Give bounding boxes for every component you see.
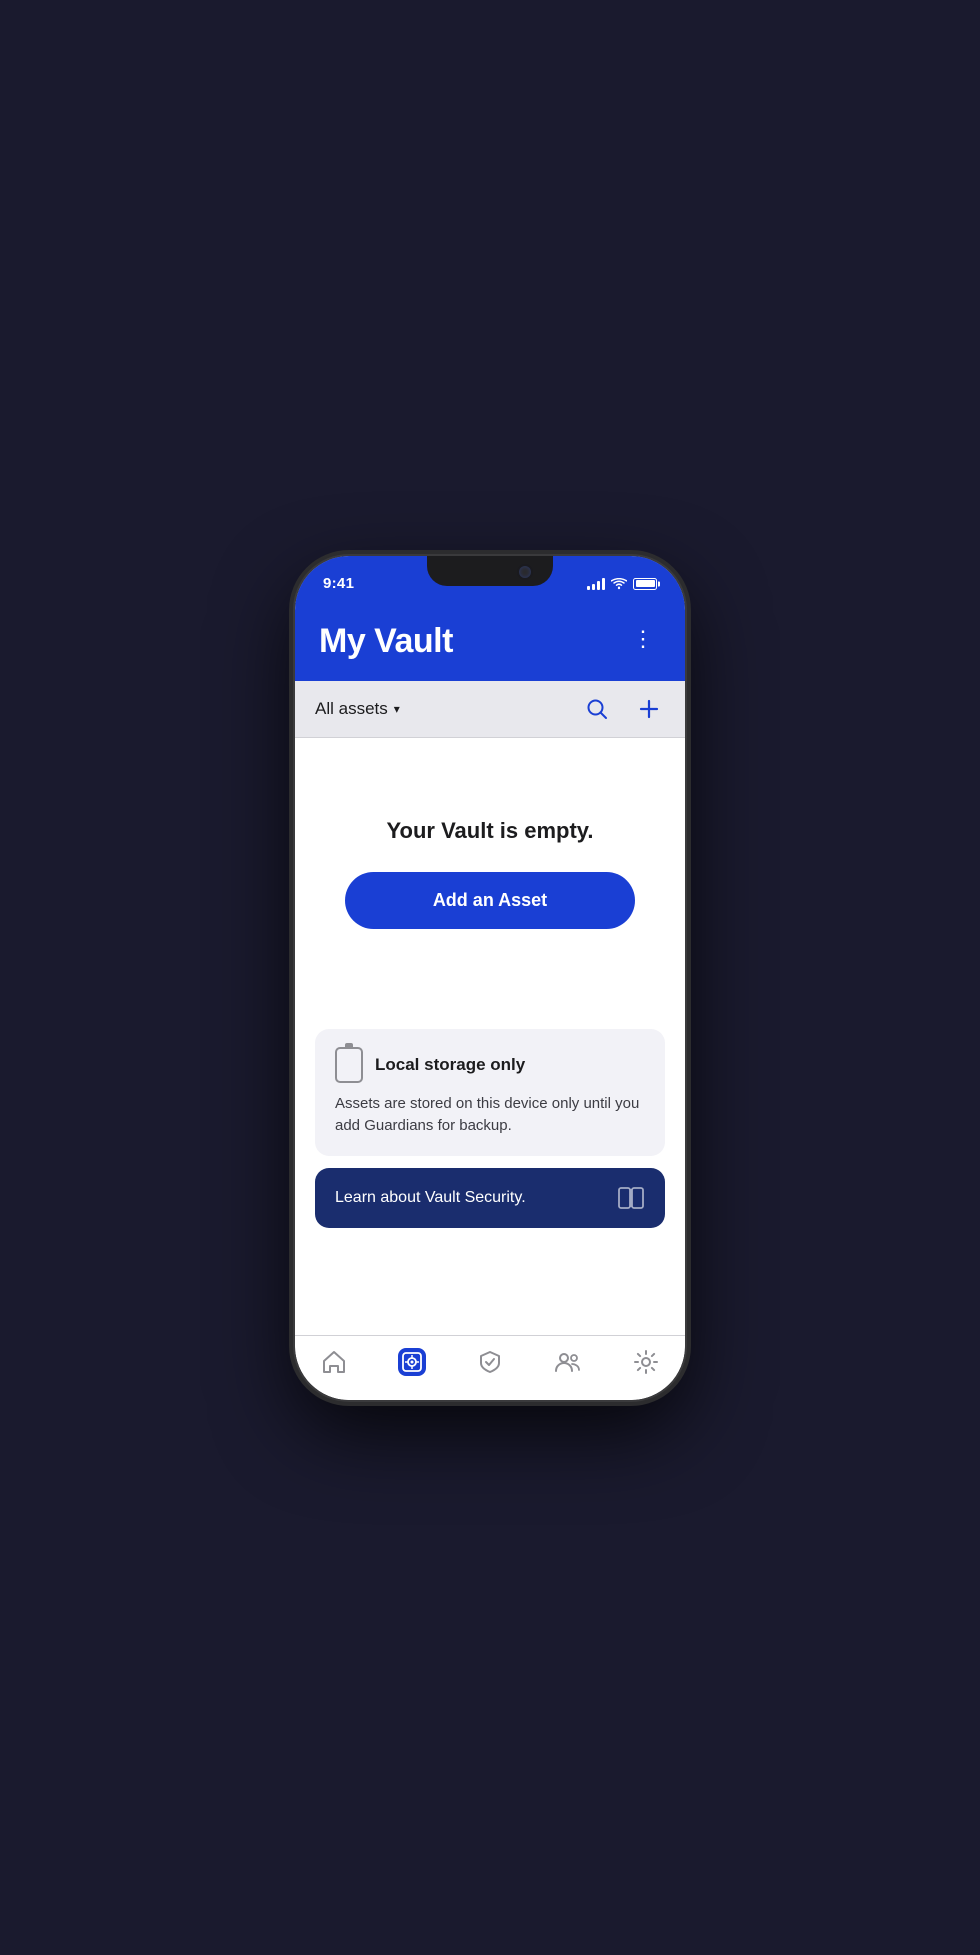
- signal-bars-icon: [587, 578, 605, 590]
- tab-bar: [295, 1335, 685, 1400]
- shield-icon: [476, 1348, 504, 1376]
- filter-selector[interactable]: All assets ▾: [315, 699, 400, 719]
- settings-tab[interactable]: [620, 1344, 672, 1380]
- vault-tab[interactable]: [386, 1344, 438, 1380]
- local-storage-description: Assets are stored on this device only un…: [335, 1093, 645, 1138]
- status-icons: [587, 578, 657, 590]
- empty-state: Your Vault is empty. Add an Asset: [313, 738, 667, 969]
- notch: [427, 556, 553, 586]
- info-cards: Local storage only Assets are stored on …: [295, 1009, 685, 1248]
- settings-icon: [632, 1348, 660, 1376]
- chevron-down-icon: ▾: [394, 702, 400, 716]
- filter-bar: All assets ▾: [295, 681, 685, 738]
- phone-storage-icon: [335, 1047, 363, 1083]
- local-storage-title: Local storage only: [375, 1055, 525, 1075]
- empty-state-title: Your Vault is empty.: [386, 818, 593, 844]
- status-time: 9:41: [323, 575, 354, 592]
- learn-more-text: Learn about Vault Security.: [335, 1189, 526, 1207]
- app-header: My Vault ⋮: [295, 606, 685, 681]
- plus-icon: [638, 698, 660, 720]
- shield-tab[interactable]: [464, 1344, 516, 1380]
- phone-frame: 9:41 My V: [295, 556, 685, 1400]
- add-asset-button[interactable]: Add an Asset: [345, 872, 635, 929]
- home-tab[interactable]: [308, 1344, 360, 1380]
- guardians-tab[interactable]: [542, 1344, 594, 1380]
- add-button[interactable]: [633, 693, 665, 725]
- learn-more-card[interactable]: Learn about Vault Security.: [315, 1168, 665, 1228]
- filter-label: All assets: [315, 699, 388, 719]
- main-content: Your Vault is empty. Add an Asset Local …: [295, 738, 685, 1335]
- app-title: My Vault: [319, 622, 453, 661]
- search-button[interactable]: [581, 693, 613, 725]
- more-menu-button[interactable]: ⋮: [625, 623, 661, 659]
- home-icon: [320, 1348, 348, 1376]
- search-icon: [586, 698, 608, 720]
- local-storage-header: Local storage only: [335, 1047, 645, 1083]
- book-icon: [617, 1186, 645, 1210]
- filter-actions: [581, 693, 665, 725]
- guardians-icon: [554, 1348, 582, 1376]
- battery-icon: [633, 578, 657, 590]
- local-storage-card: Local storage only Assets are stored on …: [315, 1029, 665, 1156]
- wifi-icon: [611, 578, 627, 590]
- vault-icon: [398, 1348, 426, 1376]
- screen: 9:41 My V: [295, 556, 685, 1400]
- front-camera: [519, 566, 531, 578]
